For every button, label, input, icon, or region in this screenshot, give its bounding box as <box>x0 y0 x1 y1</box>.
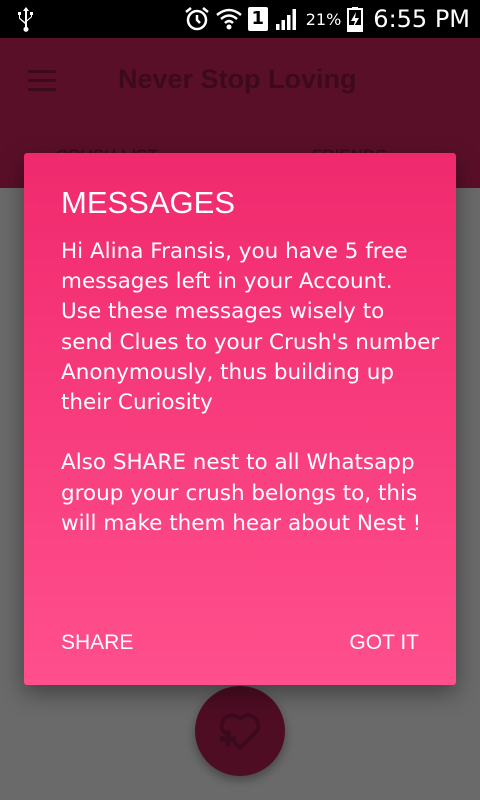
signal-icon <box>275 9 296 30</box>
alarm-icon <box>184 7 209 31</box>
clock: 6:55 PM <box>373 5 470 33</box>
share-button[interactable]: SHARE <box>61 631 133 655</box>
status-bar: 1 21% 6:55 PM <box>0 0 480 38</box>
messages-dialog: MESSAGES Hi Alina Fransis, you have 5 fr… <box>24 153 456 685</box>
dialog-title: MESSAGES <box>61 185 235 220</box>
got-it-button[interactable]: GOT IT <box>349 631 419 655</box>
dialog-message: Hi Alina Fransis, you have 5 free messag… <box>61 239 440 536</box>
battery-percent: 21% <box>305 9 342 29</box>
sim-icon: 1 <box>247 7 268 31</box>
battery-charging-icon <box>347 7 364 32</box>
wifi-icon <box>215 8 242 30</box>
usb-icon <box>18 7 33 32</box>
